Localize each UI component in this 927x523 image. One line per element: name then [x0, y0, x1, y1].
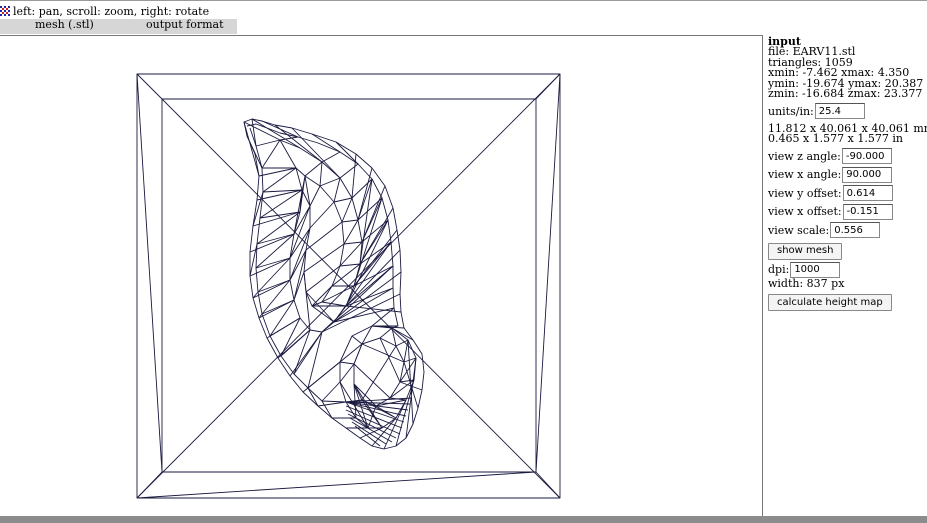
dpi-label: dpi: — [768, 263, 790, 277]
view-x-offset-label: view x offset: — [768, 205, 842, 219]
z-range: zmin: -16.684 zmax: 23.377 — [768, 87, 923, 101]
menu-bar: mesh (.stl) output format — [0, 19, 237, 34]
menu-output-format[interactable]: output format — [146, 19, 224, 34]
view-x-offset-input[interactable] — [842, 203, 893, 220]
mesh-viewport[interactable] — [0, 36, 762, 516]
units-input[interactable] — [814, 103, 865, 120]
grid-icon — [0, 6, 10, 16]
view-z-angle-row: view z angle: — [768, 147, 926, 166]
view-y-offset-input[interactable] — [842, 185, 893, 202]
units-label: units/in: — [768, 104, 814, 118]
view-scale-row: view scale: — [768, 221, 926, 240]
view-x-angle-input[interactable] — [842, 166, 893, 183]
navigation-hint: left: pan, scroll: zoom, right: rotate — [13, 5, 210, 18]
view-y-offset-row: view y offset: — [768, 184, 926, 203]
dpi-input[interactable] — [790, 261, 841, 278]
bottom-bar — [0, 516, 927, 523]
show-mesh-button[interactable]: show mesh — [768, 242, 843, 260]
view-z-angle-input[interactable] — [841, 148, 892, 165]
view-x-angle-row: view x angle: — [768, 165, 926, 184]
view-y-offset-label: view y offset: — [768, 186, 842, 200]
units-row: units/in: — [768, 102, 926, 121]
size-in: 0.465 x 1.577 x 1.577 in — [768, 132, 903, 146]
view-scale-label: view scale: — [768, 223, 830, 237]
view-x-offset-row: view x offset: — [768, 203, 926, 222]
output-width: width: 837 px — [768, 276, 845, 290]
parameter-panel: input file: EARV11.stl triangles: 1059 x… — [768, 35, 927, 312]
top-bar: left: pan, scroll: zoom, right: rotate — [0, 0, 927, 19]
view-scale-input[interactable] — [830, 222, 881, 239]
view-z-angle-label: view z angle: — [768, 149, 841, 163]
calculate-height-map-button[interactable]: calculate height map — [768, 294, 892, 312]
menu-mesh[interactable]: mesh (.stl) — [35, 19, 94, 34]
view-x-angle-label: view x angle: — [768, 168, 842, 182]
